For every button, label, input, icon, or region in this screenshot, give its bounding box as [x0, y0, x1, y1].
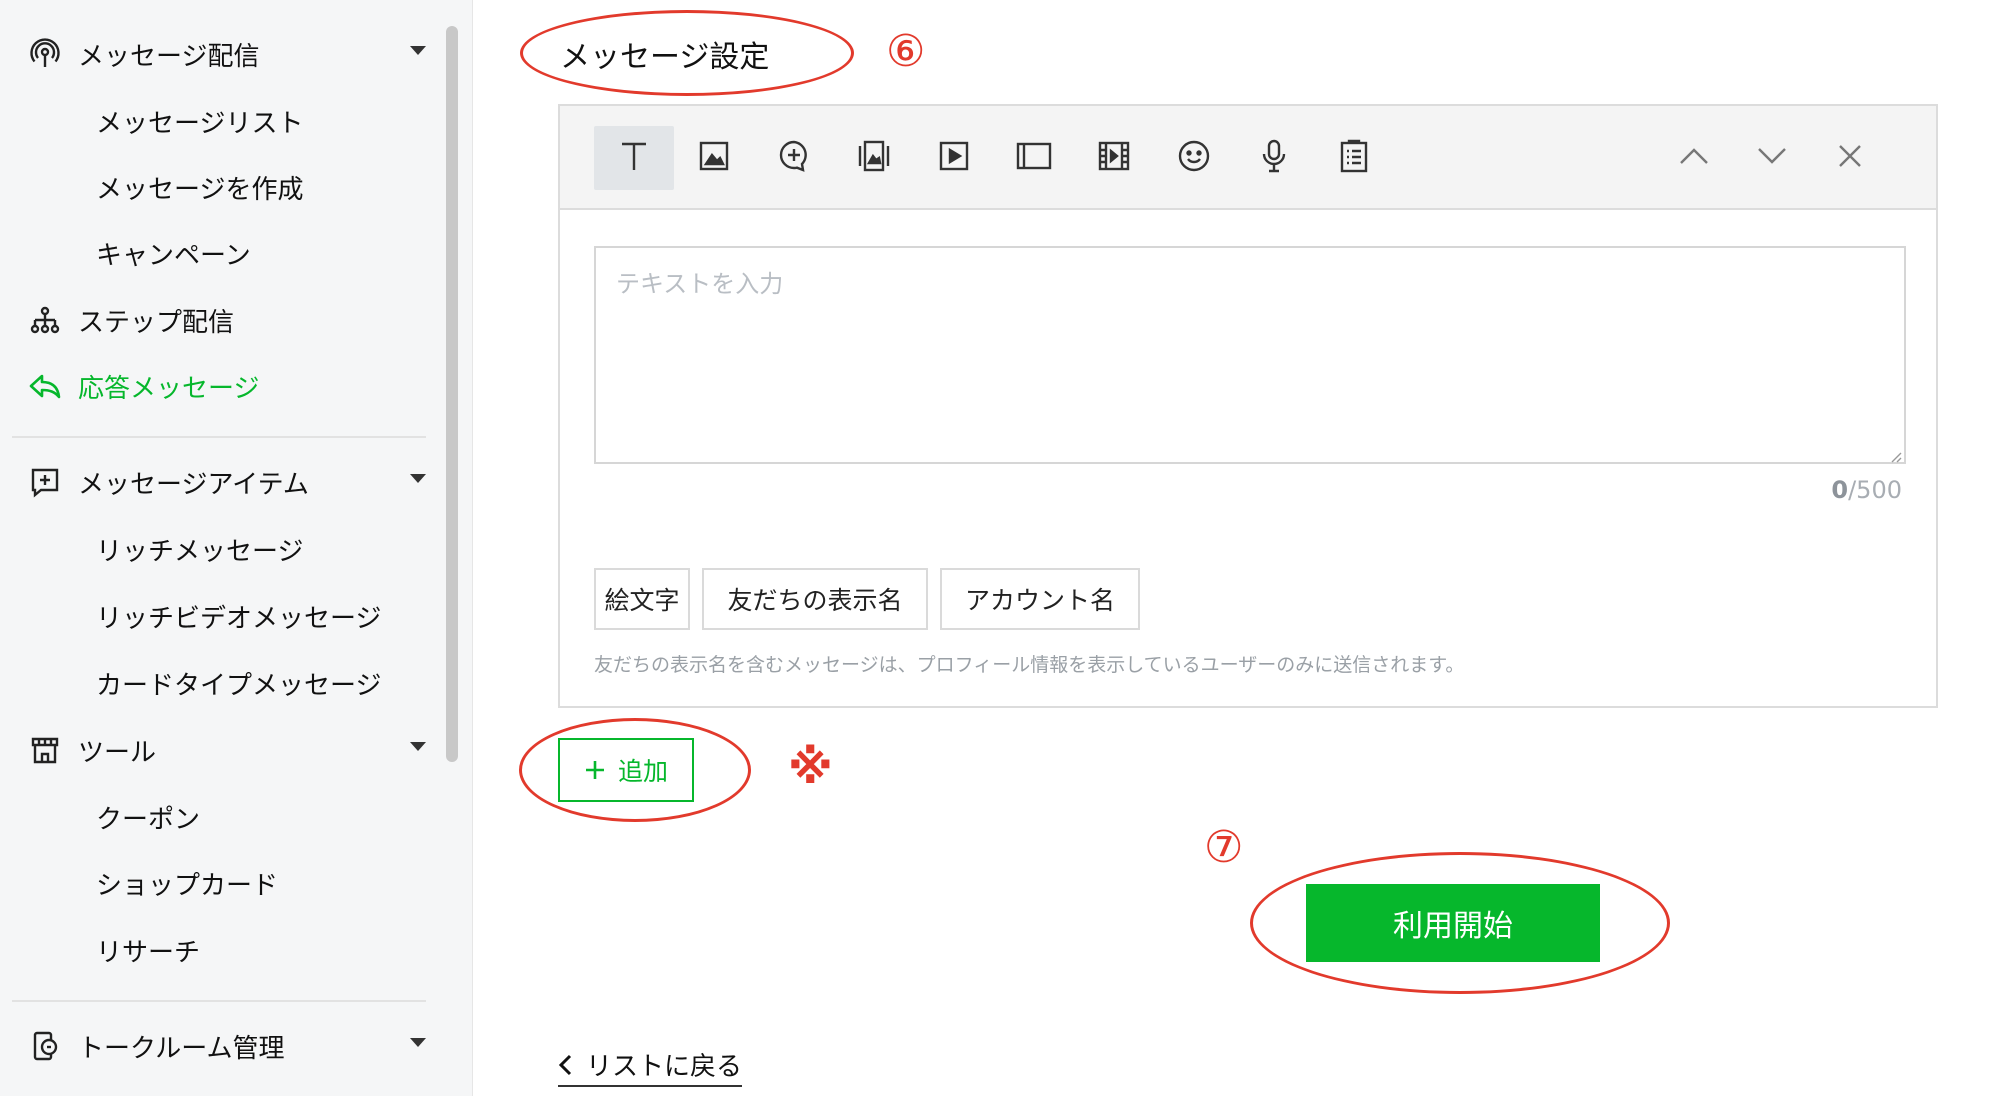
image-icon [698, 140, 730, 176]
tool-emoji[interactable] [1154, 126, 1234, 190]
chevron-down-icon[interactable] [410, 474, 426, 483]
nav-label: ステップ配信 [78, 307, 235, 338]
mic-icon [1259, 139, 1289, 177]
video-icon [938, 140, 970, 176]
chevron-down-icon[interactable] [410, 742, 426, 751]
nav-label: カードタイプメッセージ [96, 670, 382, 701]
tool-rich-panel[interactable] [994, 126, 1074, 190]
tool-text[interactable] [594, 126, 674, 190]
nav-label: リッチビデオメッセージ [96, 603, 382, 634]
back-to-list-link[interactable]: リストに戻る [558, 1046, 743, 1087]
nav-step-delivery[interactable]: ステップ配信 [0, 290, 440, 350]
nav-talk-room[interactable]: トークルーム管理 [0, 1016, 440, 1076]
move-down-button[interactable] [1732, 126, 1812, 190]
chevron-down-icon [1756, 146, 1788, 170]
flow-tree-icon [28, 303, 62, 337]
nav-shop-card[interactable]: ショップカード [0, 853, 440, 913]
section-title: メッセージ設定 [560, 40, 770, 75]
sidebar: メッセージ配信 メッセージリスト メッセージを作成 キャンペーン ステップ配信 … [0, 0, 473, 1096]
add-label: 追加 [617, 757, 668, 786]
nav-label: トークルーム管理 [78, 1033, 285, 1064]
nav-label: クーポン [96, 804, 201, 835]
nav-label: メッセージリスト [96, 108, 304, 139]
insert-emoji-button[interactable]: 絵文字 [594, 568, 690, 630]
nav-campaign[interactable]: キャンペーン [0, 223, 440, 283]
shop-icon [28, 733, 62, 767]
nav-create-message[interactable]: メッセージを作成 [0, 157, 440, 217]
plus-icon [584, 759, 606, 781]
nav-label: メッセージを作成 [96, 174, 304, 205]
tool-survey[interactable] [1314, 126, 1394, 190]
film-icon [1097, 140, 1131, 176]
nav-message-items[interactable]: メッセージアイテム [0, 452, 440, 512]
counter-max: /500 [1848, 476, 1902, 504]
clipboard-icon [1339, 139, 1369, 177]
add-message-button[interactable]: 追加 [558, 738, 694, 802]
sidebar-divider [12, 1000, 426, 1002]
annotation-asterisk: ※ [788, 740, 833, 794]
nav-label: リサーチ [96, 937, 201, 968]
nav-rich-message[interactable]: リッチメッセージ [0, 519, 440, 579]
rich-panel-icon [1015, 141, 1053, 175]
nav-rich-video-message[interactable]: リッチビデオメッセージ [0, 586, 440, 646]
chevron-left-icon [558, 1054, 572, 1076]
close-icon [1837, 143, 1863, 173]
counter-current: 0 [1831, 476, 1849, 504]
nav-coupon[interactable]: クーポン [0, 787, 440, 847]
move-up-button[interactable] [1654, 126, 1734, 190]
annotation-number-six: ⑥ [886, 26, 926, 77]
nav-research[interactable]: リサーチ [0, 920, 440, 980]
nav-label: キャンペーン [96, 240, 251, 271]
nav-label: リッチメッセージ [96, 536, 304, 567]
start-using-button[interactable]: 利用開始 [1306, 884, 1600, 962]
nav-card-type-message[interactable]: カードタイプメッセージ [0, 653, 440, 713]
text-icon [617, 139, 651, 177]
message-editor-panel: 0/500 絵文字 友だちの表示名 アカウント名 友だちの表示名を含むメッセージ… [558, 104, 1938, 708]
delete-message-button[interactable] [1810, 126, 1890, 190]
insert-friend-name-button[interactable]: 友だちの表示名 [702, 568, 928, 630]
reply-arrow-icon [28, 369, 62, 403]
card-icon [857, 139, 891, 177]
resize-grip-icon[interactable] [1890, 448, 1902, 463]
friend-name-note: 友だちの表示名を含むメッセージは、プロフィール情報を表示しているユーザーのみに送… [594, 654, 1465, 676]
chevron-down-icon[interactable] [410, 46, 426, 55]
tool-image[interactable] [674, 126, 754, 190]
tool-video[interactable] [914, 126, 994, 190]
add-box-icon [28, 465, 62, 499]
message-type-toolbar [560, 106, 1936, 210]
nav-message-broadcast[interactable]: メッセージ配信 [0, 24, 440, 84]
nav-auto-reply[interactable]: 応答メッセージ [0, 356, 440, 416]
nav-label: ショップカード [96, 870, 279, 901]
nav-label: メッセージ配信 [78, 41, 260, 72]
phone-chat-icon [28, 1029, 62, 1063]
nav-message-list[interactable]: メッセージリスト [0, 91, 440, 151]
tool-card[interactable] [834, 126, 914, 190]
nav-tools[interactable]: ツール [0, 720, 440, 780]
tool-film[interactable] [1074, 126, 1154, 190]
back-label: リストに戻る [586, 1052, 743, 1082]
sidebar-divider [12, 436, 426, 438]
tool-voice[interactable] [1234, 126, 1314, 190]
insert-account-name-button[interactable]: アカウント名 [940, 568, 1140, 630]
nav-label: 応答メッセージ [78, 373, 260, 404]
sidebar-scrollbar[interactable] [446, 26, 458, 762]
tool-chat[interactable] [754, 126, 834, 190]
broadcast-icon [28, 37, 62, 71]
chat-plus-icon [777, 139, 811, 177]
nav-label: メッセージアイテム [78, 469, 309, 500]
emoji-icon [1177, 139, 1211, 177]
chevron-up-icon [1678, 146, 1710, 170]
annotation-number-seven: ⑦ [1204, 822, 1244, 873]
message-text-input[interactable] [594, 246, 1906, 464]
character-counter: 0/500 [1831, 476, 1902, 504]
nav-label: ツール [78, 737, 157, 768]
chevron-down-icon[interactable] [410, 1038, 426, 1047]
